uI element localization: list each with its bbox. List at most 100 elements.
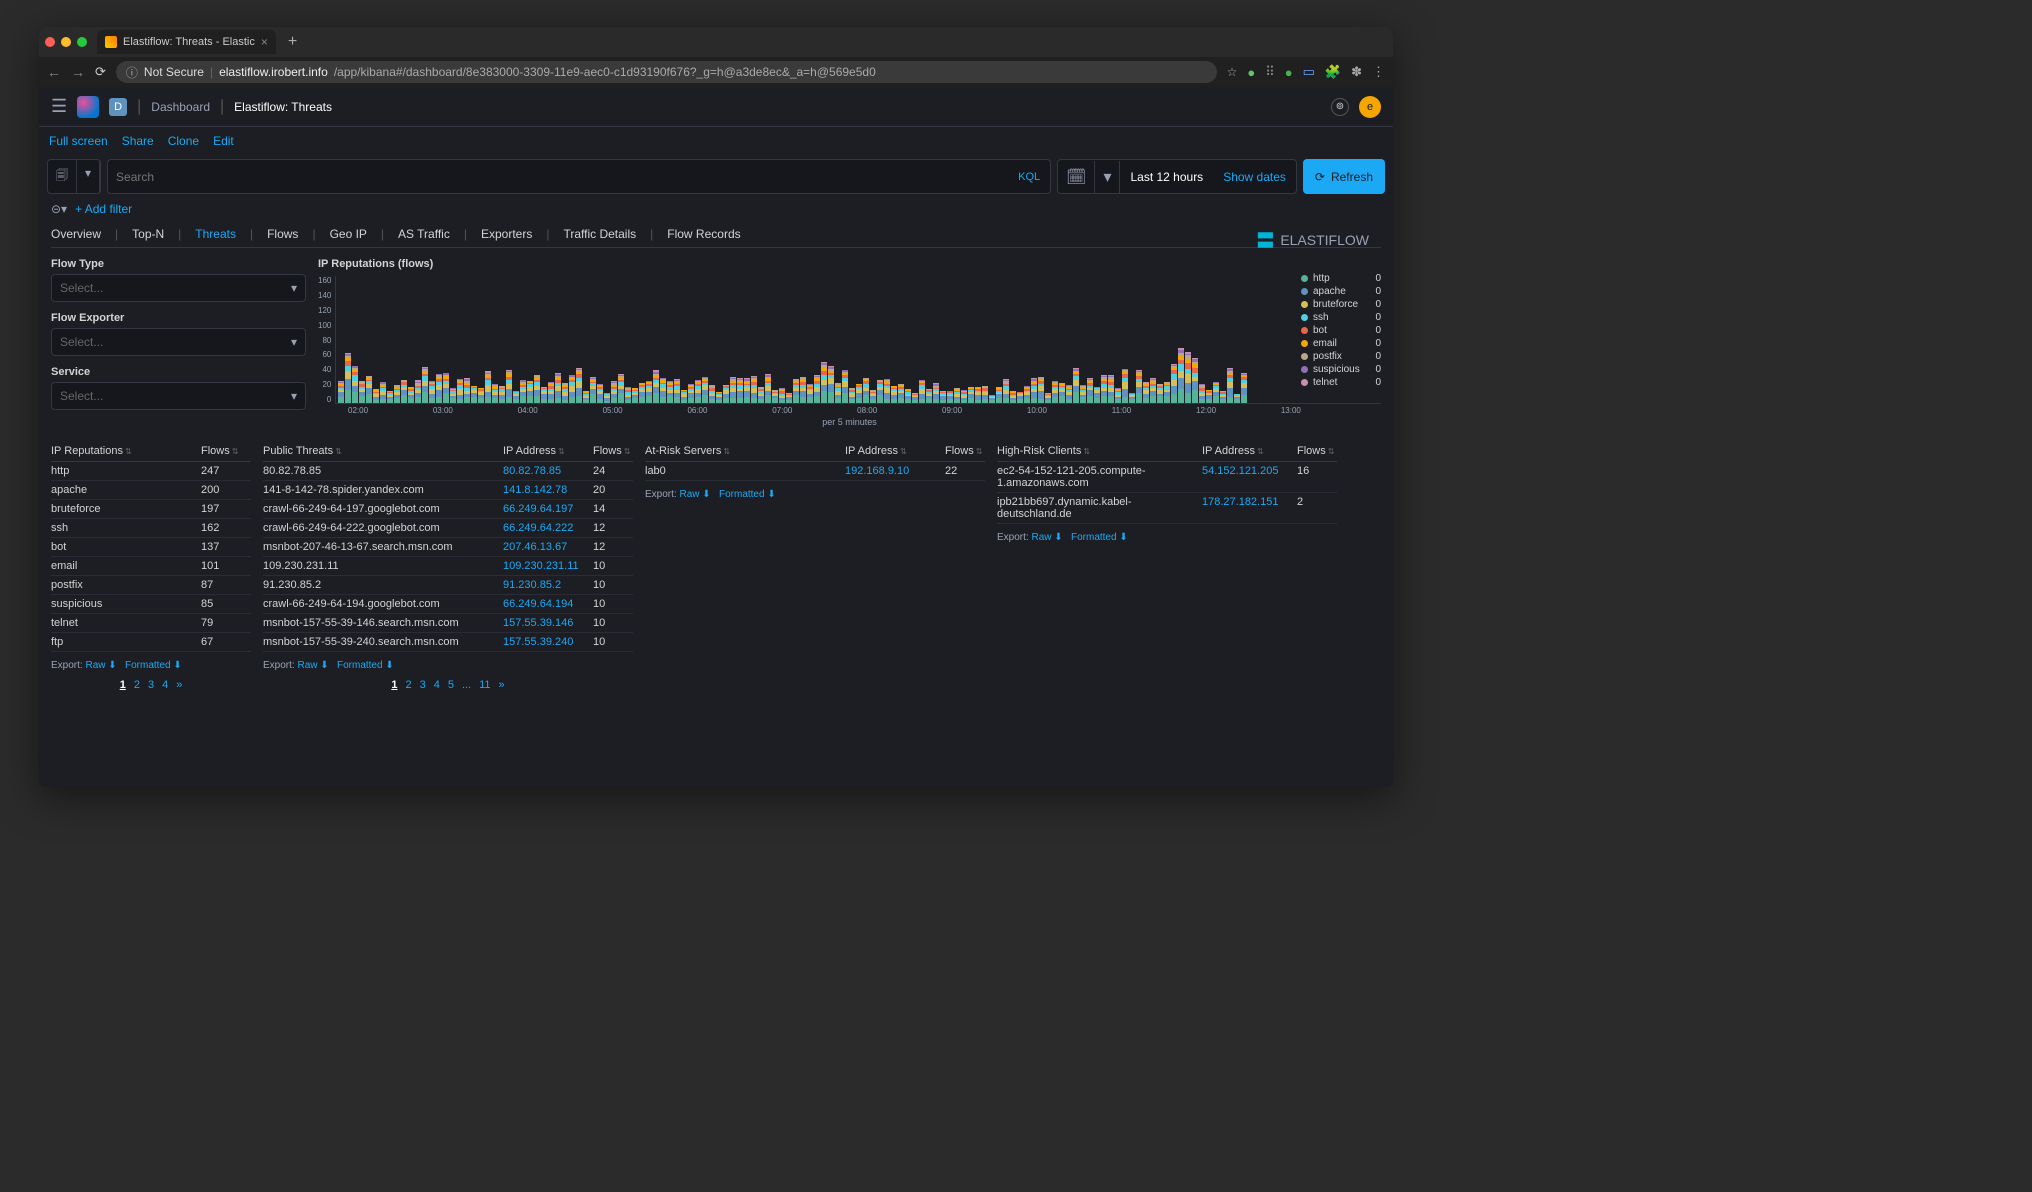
filter-icon[interactable]: ⊝▾ [51, 202, 67, 216]
page-link[interactable]: 5 [448, 679, 454, 691]
user-avatar[interactable]: e [1359, 96, 1381, 118]
legend-item[interactable]: telnet0 [1301, 376, 1381, 389]
ip-link[interactable]: 109.230.231.11 [503, 560, 579, 572]
tab-as-traffic[interactable]: AS Traffic [398, 227, 450, 241]
search-field[interactable] [108, 164, 1008, 190]
col-header[interactable]: At-Risk Servers⇅ [645, 445, 845, 457]
ip-link[interactable]: 157.55.39.240 [503, 636, 573, 648]
reload-button[interactable]: ⟳ [95, 64, 106, 80]
export-raw[interactable]: Raw ⬇ [297, 660, 328, 671]
add-filter-button[interactable]: + Add filter [75, 202, 132, 216]
saved-query-chevron[interactable]: ▾ [77, 160, 100, 193]
full-screen-button[interactable]: Full screen [49, 134, 108, 148]
col-header[interactable]: Flows⇅ [201, 445, 251, 457]
tab-overview[interactable]: Overview [51, 227, 101, 241]
legend-item[interactable]: email0 [1301, 337, 1381, 350]
export-raw[interactable]: Raw ⬇ [1031, 532, 1062, 543]
ip-link[interactable]: 80.82.78.85 [503, 465, 561, 477]
export-formatted[interactable]: Formatted ⬇ [1071, 532, 1128, 543]
legend-item[interactable]: ssh0 [1301, 311, 1381, 324]
ip-link[interactable]: 207.46.13.67 [503, 541, 567, 553]
page-link[interactable]: 2 [405, 679, 411, 691]
page-link[interactable]: ... [462, 679, 471, 691]
page-link[interactable]: 3 [148, 679, 154, 691]
menu-icon[interactable]: ⋮ [1372, 64, 1385, 80]
ext-icon[interactable]: ✽ [1351, 64, 1362, 80]
tab-threats[interactable]: Threats [195, 227, 236, 241]
ip-link[interactable]: 178.27.182.151 [1202, 496, 1278, 508]
nav-toggle-button[interactable]: ☰ [51, 96, 67, 117]
col-header[interactable]: IP Address⇅ [503, 445, 593, 457]
clone-button[interactable]: Clone [168, 134, 199, 148]
ip-link[interactable]: 66.249.64.222 [503, 522, 573, 534]
col-header[interactable]: Flows⇅ [1297, 445, 1337, 457]
col-header[interactable]: Public Threats⇅ [263, 445, 503, 457]
star-icon[interactable]: ☆ [1227, 65, 1238, 79]
close-icon[interactable]: × [261, 35, 268, 49]
col-header[interactable]: Flows⇅ [945, 445, 985, 457]
window-min[interactable] [61, 37, 71, 47]
kql-toggle[interactable]: KQL [1008, 171, 1050, 183]
filter-select-flow-exporter[interactable]: Select...▾ [51, 328, 306, 356]
page-link[interactable]: 3 [420, 679, 426, 691]
new-tab-button[interactable]: + [280, 33, 305, 51]
show-dates-button[interactable]: Show dates [1213, 170, 1296, 184]
page-link[interactable]: 4 [434, 679, 440, 691]
ip-link[interactable]: 141.8.142.78 [503, 484, 567, 496]
tab-top-n[interactable]: Top-N [132, 227, 164, 241]
kibana-logo-icon[interactable] [77, 96, 99, 118]
ip-link[interactable]: 192.168.9.10 [845, 465, 909, 477]
edit-button[interactable]: Edit [213, 134, 234, 148]
address-bar[interactable]: ⓘ Not Secure | elastiflow.irobert.info/a… [116, 61, 1217, 83]
browser-tab[interactable]: Elastiflow: Threats - Elastic × [97, 30, 276, 54]
legend-item[interactable]: postfix0 [1301, 350, 1381, 363]
tab-traffic-details[interactable]: Traffic Details [563, 227, 636, 241]
ext-icon[interactable]: ● [1285, 65, 1293, 80]
extensions-icon[interactable]: 🧩 [1325, 64, 1341, 80]
window-max[interactable] [77, 37, 87, 47]
legend-item[interactable]: suspicious0 [1301, 363, 1381, 376]
col-header[interactable]: IP Address⇅ [845, 445, 945, 457]
page-link[interactable]: 11 [479, 679, 490, 691]
ip-link[interactable]: 54.152.121.205 [1202, 465, 1278, 477]
saved-query-button[interactable]: 🗐 [48, 160, 77, 193]
chart-plot[interactable] [335, 276, 1381, 404]
col-header[interactable]: IP Address⇅ [1202, 445, 1297, 457]
ext-icon[interactable]: ⠿ [1265, 64, 1275, 80]
forward-button[interactable]: → [71, 64, 85, 80]
time-range[interactable]: Last 12 hours [1120, 164, 1213, 190]
window-close[interactable] [45, 37, 55, 47]
page-link[interactable]: » [176, 679, 182, 691]
ip-link[interactable]: 66.249.64.197 [503, 503, 573, 515]
page-link[interactable]: » [499, 679, 505, 691]
page-link[interactable]: 1 [391, 679, 397, 691]
ip-link[interactable]: 66.249.64.194 [503, 598, 573, 610]
ext-icon[interactable]: ● [1247, 65, 1255, 80]
ext-icon[interactable]: ▭ [1303, 64, 1315, 80]
page-link[interactable]: 1 [120, 679, 126, 691]
tab-geo-ip[interactable]: Geo IP [330, 227, 367, 241]
ip-link[interactable]: 157.55.39.146 [503, 617, 573, 629]
calendar-chevron-icon[interactable]: ▾ [1095, 161, 1120, 193]
refresh-button[interactable]: ⟳ Refresh [1303, 159, 1385, 194]
col-header[interactable]: IP Reputations⇅ [51, 445, 201, 457]
legend-item[interactable]: bruteforce0 [1301, 298, 1381, 311]
search-input[interactable]: KQL [107, 159, 1051, 194]
tab-exporters[interactable]: Exporters [481, 227, 532, 241]
ip-link[interactable]: 91.230.85.2 [503, 579, 561, 591]
space-badge[interactable]: D [109, 98, 127, 116]
share-button[interactable]: Share [122, 134, 154, 148]
breadcrumb-dashboard[interactable]: Dashboard [151, 100, 210, 114]
export-raw[interactable]: Raw ⬇ [85, 660, 116, 671]
back-button[interactable]: ← [47, 64, 61, 80]
tab-flow-records[interactable]: Flow Records [667, 227, 740, 241]
export-formatted[interactable]: Formatted ⬇ [719, 489, 776, 500]
export-raw[interactable]: Raw ⬇ [679, 489, 710, 500]
page-link[interactable]: 4 [162, 679, 168, 691]
export-formatted[interactable]: Formatted ⬇ [337, 660, 394, 671]
legend-item[interactable]: apache0 [1301, 285, 1381, 298]
col-header[interactable]: High-Risk Clients⇅ [997, 445, 1202, 457]
page-link[interactable]: 2 [134, 679, 140, 691]
legend-item[interactable]: bot0 [1301, 324, 1381, 337]
legend-item[interactable]: http0 [1301, 272, 1381, 285]
